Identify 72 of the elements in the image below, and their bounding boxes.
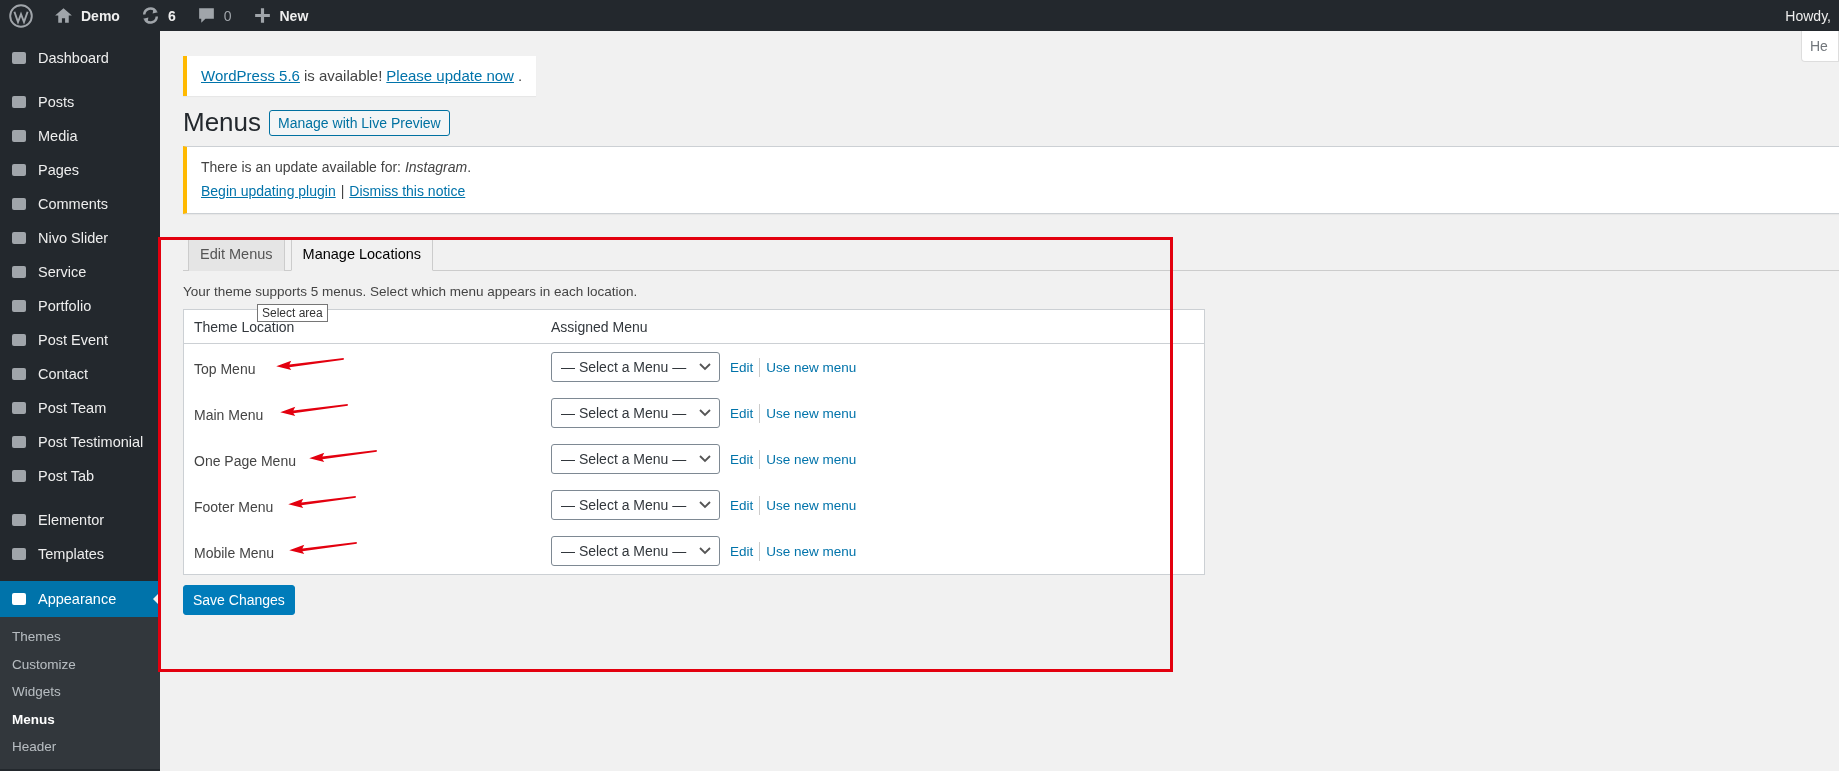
chevron-down-icon xyxy=(699,363,711,371)
comment-count: 0 xyxy=(223,7,232,24)
submenu-item[interactable]: Header xyxy=(0,734,160,762)
save-button[interactable]: Save Changes xyxy=(183,585,295,615)
menu-select[interactable]: — Select a Menu — xyxy=(551,444,720,474)
sidebar-item[interactable]: Nivo Slider xyxy=(0,221,160,255)
column-header: Assigned Menu xyxy=(551,318,649,335)
description: Your theme supports 5 menus. Select which menu appears in each location. xyxy=(183,284,639,299)
live-preview-button[interactable]: Manage with Live Preview xyxy=(269,109,450,136)
version-link[interactable]: WordPress 5.6 xyxy=(201,67,300,84)
use-new-menu-link[interactable]: Use new menu xyxy=(759,495,863,515)
notice-period: . xyxy=(517,67,523,84)
edit-link[interactable]: Edit xyxy=(724,357,760,377)
tooltip: Select area xyxy=(257,304,328,322)
use-new-menu-link[interactable]: Use new menu xyxy=(759,449,863,469)
site-name: Demo xyxy=(81,7,120,24)
separator-text: | xyxy=(340,183,345,199)
page-title: Menus xyxy=(183,107,262,138)
home-icon xyxy=(53,5,74,26)
site-link[interactable]: Demo xyxy=(53,5,120,26)
begin-update-link[interactable]: Begin updating plugin xyxy=(201,183,336,199)
use-new-menu-link[interactable]: Use new menu xyxy=(759,357,863,377)
sidebar-item[interactable]: Posts xyxy=(0,85,160,119)
sidebar-item[interactable]: Post Testimonial xyxy=(0,425,160,459)
update-count: 6 xyxy=(167,7,176,24)
sidebar-item[interactable]: Service xyxy=(0,255,160,289)
chevron-down-icon xyxy=(699,409,711,417)
sidebar-item[interactable]: Dashboard xyxy=(0,41,160,75)
new-link[interactable]: New xyxy=(251,5,309,26)
menu-select[interactable]: — Select a Menu — xyxy=(551,352,720,382)
location-label: Footer Menu xyxy=(194,499,274,515)
chevron-down-icon xyxy=(699,547,711,555)
submenu-item[interactable]: Themes xyxy=(0,624,160,652)
sidebar-item[interactable]: Elementor xyxy=(0,503,160,537)
sidebar-item[interactable]: Templates xyxy=(0,537,160,571)
notice-text: is available! xyxy=(303,67,383,84)
edit-link[interactable]: Edit xyxy=(724,541,760,561)
submenu-item[interactable]: Widgets xyxy=(0,679,160,707)
dismiss-link[interactable]: Dismiss this notice xyxy=(349,183,466,199)
use-new-menu-link[interactable]: Use new menu xyxy=(759,541,863,561)
location-label: One Page Menu xyxy=(194,453,296,469)
menu-select[interactable]: — Select a Menu — xyxy=(551,490,720,520)
edit-link[interactable]: Edit xyxy=(724,495,760,515)
location-label: Mobile Menu xyxy=(194,545,275,561)
sidebar-item[interactable]: Portfolio xyxy=(0,289,160,323)
logo-icon[interactable] xyxy=(9,3,33,28)
menu-select[interactable]: — Select a Menu — xyxy=(551,398,720,428)
sidebar-item[interactable]: Contact xyxy=(0,357,160,391)
greeting[interactable]: Howdy, xyxy=(1785,7,1831,24)
updates-link[interactable]: 6 xyxy=(139,5,176,26)
comments-link[interactable]: 0 xyxy=(195,5,232,26)
menu-select[interactable]: — Select a Menu — xyxy=(551,536,720,566)
location-label: Main Menu xyxy=(194,407,264,423)
chevron-down-icon xyxy=(699,455,711,463)
sidebar-item[interactable]: Comments xyxy=(0,187,160,221)
submenu-item[interactable]: Customize xyxy=(0,651,160,679)
sidebar-item[interactable]: Post Event xyxy=(0,323,160,357)
edit-link[interactable]: Edit xyxy=(724,449,760,469)
sidebar-item[interactable]: Post Team xyxy=(0,391,160,425)
help-tab[interactable]: He xyxy=(1801,31,1839,62)
new-label: New xyxy=(279,7,309,24)
submenu-item[interactable]: Menus xyxy=(0,706,160,734)
location-label: Top Menu xyxy=(194,361,256,377)
sidebar-item[interactable]: Appearance xyxy=(0,581,160,617)
chevron-down-icon xyxy=(699,501,711,509)
notice-text: There is an update available for: Instagram. xyxy=(201,159,473,175)
sidebar-item[interactable]: Media xyxy=(0,119,160,153)
edit-link[interactable]: Edit xyxy=(724,403,760,423)
update-link[interactable]: Please update now xyxy=(386,67,514,84)
sidebar-item[interactable]: Pages xyxy=(0,153,160,187)
sidebar-item[interactable]: Post Tab xyxy=(0,459,160,493)
use-new-menu-link[interactable]: Use new menu xyxy=(759,403,863,423)
